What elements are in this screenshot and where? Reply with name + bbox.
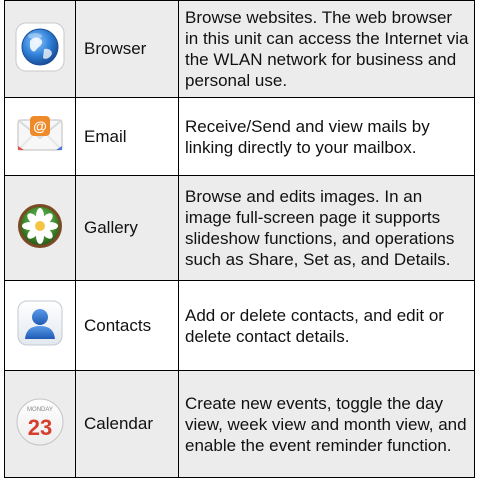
svg-text:@: @: [33, 118, 47, 134]
browser-globe-icon: [12, 19, 68, 75]
app-name-calendar: Calendar: [75, 370, 179, 478]
app-description-contacts: Add or delete contacts, and edit or dele…: [178, 280, 475, 371]
icon-cell: MONDAY 23: [4, 370, 76, 478]
icon-cell: [4, 175, 76, 281]
calendar-icon: MONDAY 23: [12, 394, 68, 450]
app-description-browser: Browse websites. The web browser in this…: [178, 0, 475, 98]
icon-cell: [4, 280, 76, 371]
app-name-browser: Browser: [75, 0, 179, 98]
app-name-email: Email: [75, 97, 179, 176]
app-description-calendar: Create new events, toggle the day view, …: [178, 370, 475, 478]
table-row: Gallery Browse and edits images. In an i…: [4, 175, 475, 281]
app-name-gallery: Gallery: [75, 175, 179, 281]
icon-cell: @: [4, 97, 76, 176]
table-row: MONDAY 23 Calendar Create new events, to…: [4, 370, 475, 478]
app-feature-table: Browser Browse websites. The web browser…: [4, 0, 475, 478]
gallery-flower-icon: [12, 198, 68, 254]
table-row: @ Email Receive/Send and view mails by l…: [4, 97, 475, 176]
table-row: Contacts Add or delete contacts, and edi…: [4, 280, 475, 371]
email-envelope-icon: @: [12, 106, 68, 162]
calendar-weekday-text: MONDAY: [27, 407, 53, 413]
contacts-person-icon: [12, 295, 68, 351]
app-description-email: Receive/Send and view mails by linking d…: [178, 97, 475, 176]
table-row: Browser Browse websites. The web browser…: [4, 0, 475, 98]
calendar-day-text: 23: [28, 415, 52, 440]
icon-cell: [4, 0, 76, 98]
app-name-contacts: Contacts: [75, 280, 179, 371]
app-description-gallery: Browse and edits images. In an image ful…: [178, 175, 475, 281]
